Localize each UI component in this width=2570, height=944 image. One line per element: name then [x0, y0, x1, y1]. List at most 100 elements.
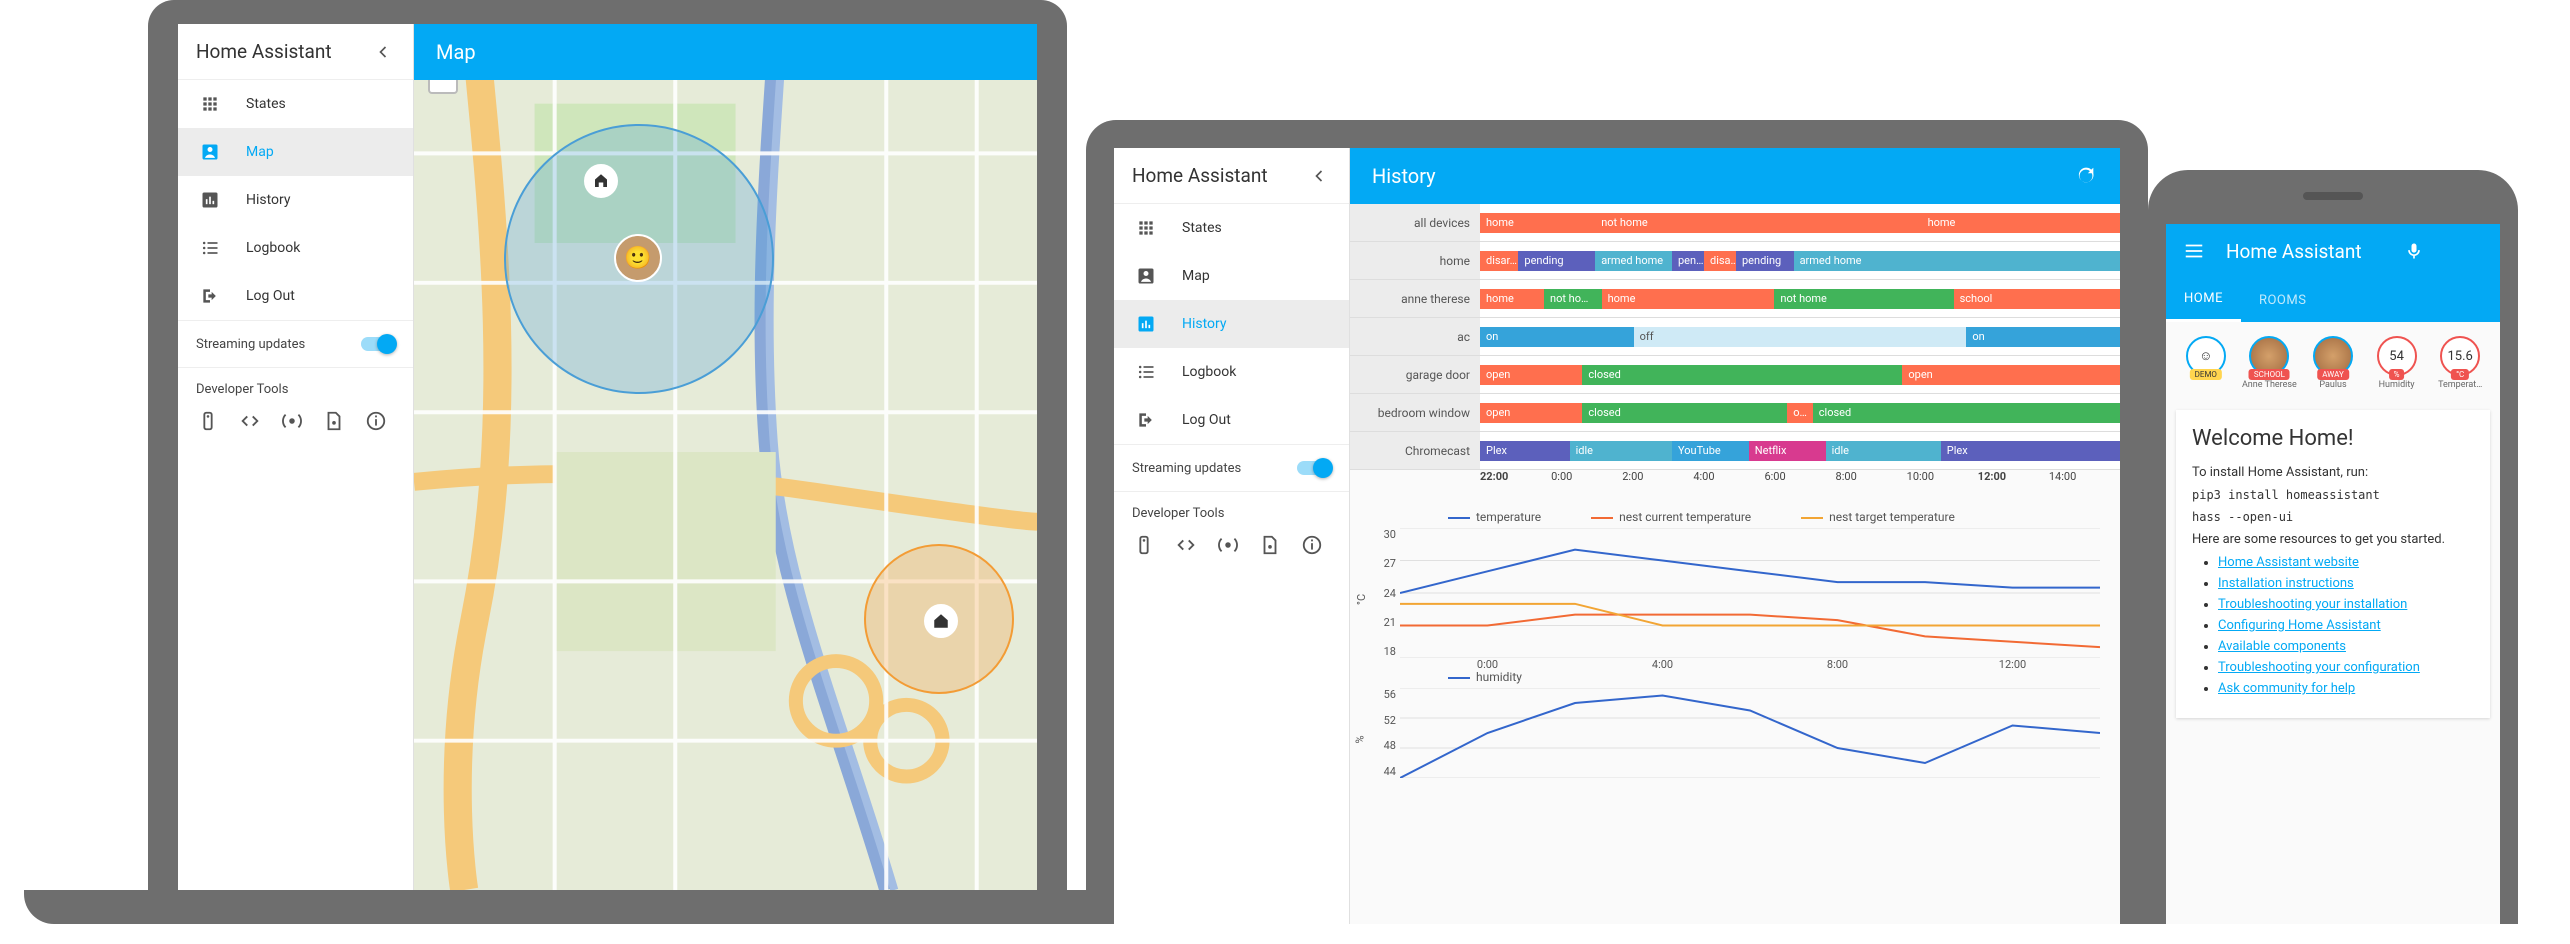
nav-item-log-out[interactable]: Log Out — [1114, 396, 1349, 444]
file-icon[interactable] — [322, 409, 346, 433]
appbar: Map — [414, 24, 1037, 80]
state-badge[interactable]: AWAYPaulus — [2305, 336, 2361, 390]
history-bar[interactable]: pending — [1518, 251, 1595, 271]
tablet-main: History all deviceshomenot homehomehomed… — [1350, 148, 2120, 924]
code-icon[interactable] — [1174, 533, 1198, 557]
history-bar[interactable]: not home — [1774, 289, 1953, 309]
history-bar[interactable]: o… — [1787, 403, 1813, 423]
exit-icon — [198, 284, 222, 308]
dev-tools-row — [178, 405, 413, 451]
history-row: homedisar…pendingarmed homepen…disa…pend… — [1350, 242, 2120, 280]
nav-item-states[interactable]: States — [178, 80, 413, 128]
time-label: 6:00 — [1764, 470, 1835, 498]
refresh-icon[interactable] — [2074, 164, 2098, 188]
history-bar[interactable]: home — [1480, 213, 1595, 233]
history-row-label: bedroom window — [1350, 394, 1480, 431]
mic-icon[interactable] — [2402, 239, 2426, 263]
tab-rooms[interactable]: ROOMS — [2241, 278, 2324, 322]
history-bar[interactable]: home — [1602, 289, 1775, 309]
nav-label: History — [1182, 316, 1227, 332]
history-row: ChromecastPlexidleYouTubeNetflixidlePlex — [1350, 432, 2120, 470]
tab-home[interactable]: HOME — [2166, 278, 2241, 322]
history-bar[interactable]: off — [1634, 327, 1967, 347]
history-row: garage dooropenclosedopen — [1350, 356, 2120, 394]
nav-item-logbook[interactable]: Logbook — [178, 224, 413, 272]
history-bar[interactable]: home — [1922, 213, 2120, 233]
appbar: History — [1350, 148, 2120, 204]
state-badge[interactable]: SCHOOLAnne Therese — [2242, 336, 2298, 390]
phone-speaker — [2303, 192, 2363, 200]
nav-item-logbook[interactable]: Logbook — [1114, 348, 1349, 396]
history-bar[interactable]: Netflix — [1749, 441, 1826, 461]
welcome-title: Welcome Home! — [2192, 426, 2474, 451]
map-background — [414, 24, 1037, 890]
humidity-chart: 56524844 % — [1400, 688, 2100, 778]
history-bar[interactable]: on — [1480, 327, 1634, 347]
sidebar-title: Home Assistant — [1114, 148, 1349, 204]
info-icon[interactable] — [1300, 533, 1324, 557]
history-bar[interactable]: not home — [1595, 213, 1774, 233]
map-avatar-marker[interactable]: 🙂 — [614, 234, 662, 282]
resource-link[interactable]: Troubleshooting your installation — [2218, 597, 2407, 612]
resource-link[interactable]: Available components — [2218, 639, 2346, 654]
chevron-left-icon[interactable] — [371, 40, 395, 64]
nav-label: Log Out — [246, 288, 295, 304]
history-bar[interactable]: closed — [1813, 403, 2120, 423]
history-bar[interactable]: YouTube — [1672, 441, 1749, 461]
state-badge[interactable]: ☺DEMO — [2178, 336, 2234, 380]
nav-item-states[interactable]: States — [1114, 204, 1349, 252]
history-bar[interactable]: armed home — [1794, 251, 2120, 271]
history-bar[interactable] — [1774, 213, 1921, 233]
history-row-label: all devices — [1350, 204, 1480, 241]
remote-icon[interactable] — [196, 409, 220, 433]
nav-item-history[interactable]: History — [178, 176, 413, 224]
resource-link[interactable]: Configuring Home Assistant — [2218, 618, 2381, 633]
history-bar[interactable]: closed — [1582, 403, 1787, 423]
history-bar[interactable]: open — [1480, 403, 1582, 423]
streaming-toggle[interactable] — [361, 337, 395, 351]
broadcast-icon[interactable] — [280, 409, 304, 433]
install-command-1: pip3 install homeassistant — [2192, 488, 2474, 502]
broadcast-icon[interactable] — [1216, 533, 1240, 557]
history-bar[interactable]: idle — [1826, 441, 1941, 461]
nav-item-log-out[interactable]: Log Out — [178, 272, 413, 320]
temperature-chart: 3027242118 °C 0:004:008:0012:00 — [1400, 528, 2100, 658]
file-icon[interactable] — [1258, 533, 1282, 557]
info-icon[interactable] — [364, 409, 388, 433]
history-bar[interactable]: disar… — [1480, 251, 1518, 271]
history-bar[interactable]: not ho… — [1544, 289, 1602, 309]
code-icon[interactable] — [238, 409, 262, 433]
history-bar[interactable]: armed home — [1595, 251, 1672, 271]
resource-link[interactable]: Home Assistant website — [2218, 555, 2359, 570]
history-bar[interactable]: closed — [1582, 365, 1902, 385]
history-bar[interactable]: pending — [1736, 251, 1794, 271]
history-bar[interactable]: open — [1902, 365, 2120, 385]
resource-link[interactable]: Ask community for help — [2218, 681, 2355, 696]
nav-item-history[interactable]: History — [1114, 300, 1349, 348]
history-bar[interactable]: Plex — [1941, 441, 2120, 461]
map-home-marker-2[interactable] — [924, 604, 958, 638]
nav-item-map[interactable]: Map — [1114, 252, 1349, 300]
resource-link[interactable]: Installation instructions — [2218, 576, 2354, 591]
history-bar[interactable]: school — [1954, 289, 2120, 309]
history-bar[interactable]: pen… — [1672, 251, 1704, 271]
map-home-marker[interactable] — [584, 164, 618, 198]
history-bar[interactable]: on — [1966, 327, 2120, 347]
history-bar[interactable]: home — [1480, 289, 1544, 309]
map-area[interactable]: 🙂 + − — [414, 24, 1037, 890]
phone-appbar: Home Assistant HOMEROOMS — [2166, 224, 2500, 322]
history-bar[interactable]: open — [1480, 365, 1582, 385]
nav-item-map[interactable]: Map — [178, 128, 413, 176]
menu-icon[interactable] — [2182, 239, 2206, 263]
resource-link[interactable]: Troubleshooting your configuration — [2218, 660, 2420, 675]
history-bar[interactable]: Plex — [1480, 441, 1570, 461]
remote-icon[interactable] — [1132, 533, 1156, 557]
history-bar[interactable]: idle — [1570, 441, 1672, 461]
state-badge[interactable]: 15.6°CTemperat… — [2432, 336, 2488, 390]
legend-item: nest current temperature — [1563, 510, 1751, 524]
appbar-title: Map — [436, 40, 476, 64]
state-badge[interactable]: 54%Humidity — [2369, 336, 2425, 390]
streaming-toggle[interactable] — [1297, 461, 1331, 475]
chevron-left-icon[interactable] — [1307, 164, 1331, 188]
history-bar[interactable]: disa… — [1704, 251, 1736, 271]
